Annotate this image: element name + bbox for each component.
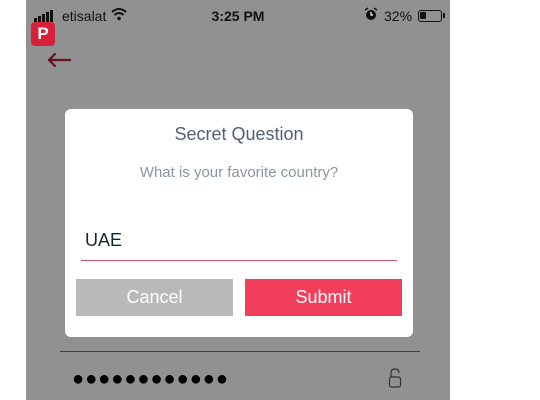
- battery-level-fill: [420, 12, 426, 19]
- answer-input[interactable]: [81, 221, 397, 261]
- battery-percent: 32%: [384, 8, 413, 24]
- alarm-clock-icon: [364, 7, 378, 24]
- pinterest-logo-icon: P: [31, 22, 55, 46]
- submit-button[interactable]: Submit: [245, 279, 402, 316]
- cancel-button[interactable]: Cancel: [76, 279, 233, 316]
- dialog-question: What is your favorite country?: [139, 164, 339, 181]
- status-bar: etisalat 3:25 PM 32%: [26, 0, 450, 32]
- secret-question-dialog: Secret Question What is your favorite co…: [65, 109, 413, 337]
- dialog-title: Secret Question: [174, 124, 304, 144]
- phone-screen: etisalat 3:25 PM 32% ●●●●●●●●●●●● Secret…: [26, 0, 450, 400]
- battery-icon: [418, 10, 442, 22]
- battery-nub: [443, 13, 445, 18]
